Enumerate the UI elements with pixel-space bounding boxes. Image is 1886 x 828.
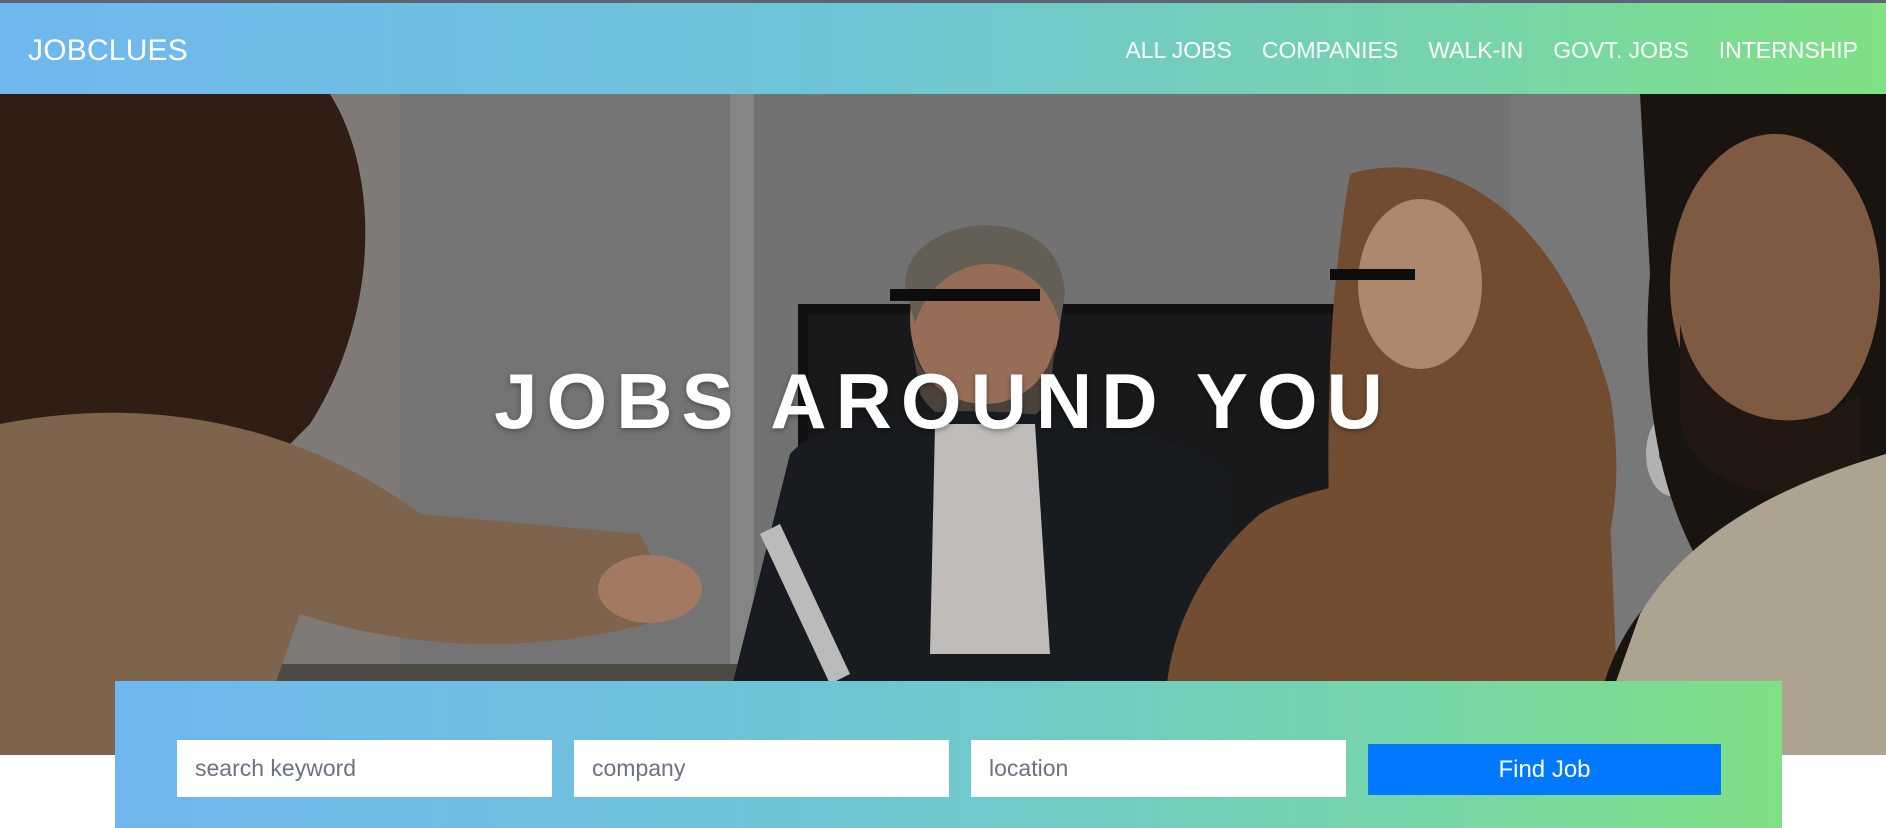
job-search-panel: Find Job [115, 681, 1782, 828]
location-input[interactable] [971, 740, 1346, 797]
hero-title: JOBS AROUND YOU [494, 357, 1392, 445]
nav-links: ALL JOBS COMPANIES WALK-IN GOVT. JOBS IN… [1125, 37, 1858, 64]
nav-internship[interactable]: INTERNSHIP [1719, 37, 1858, 64]
hero-banner: JOBS AROUND YOU [0, 94, 1886, 755]
nav-govt-jobs[interactable]: GOVT. JOBS [1553, 37, 1688, 64]
nav-companies[interactable]: COMPANIES [1262, 37, 1398, 64]
nav-all-jobs[interactable]: ALL JOBS [1125, 37, 1232, 64]
nav-walk-in[interactable]: WALK-IN [1428, 37, 1523, 64]
find-job-button[interactable]: Find Job [1368, 744, 1721, 795]
navbar: JOBCLUES ALL JOBS COMPANIES WALK-IN GOVT… [0, 3, 1886, 94]
brand-logo[interactable]: JOBCLUES [28, 34, 188, 68]
company-input[interactable] [574, 740, 949, 797]
search-keyword-input[interactable] [177, 740, 552, 797]
